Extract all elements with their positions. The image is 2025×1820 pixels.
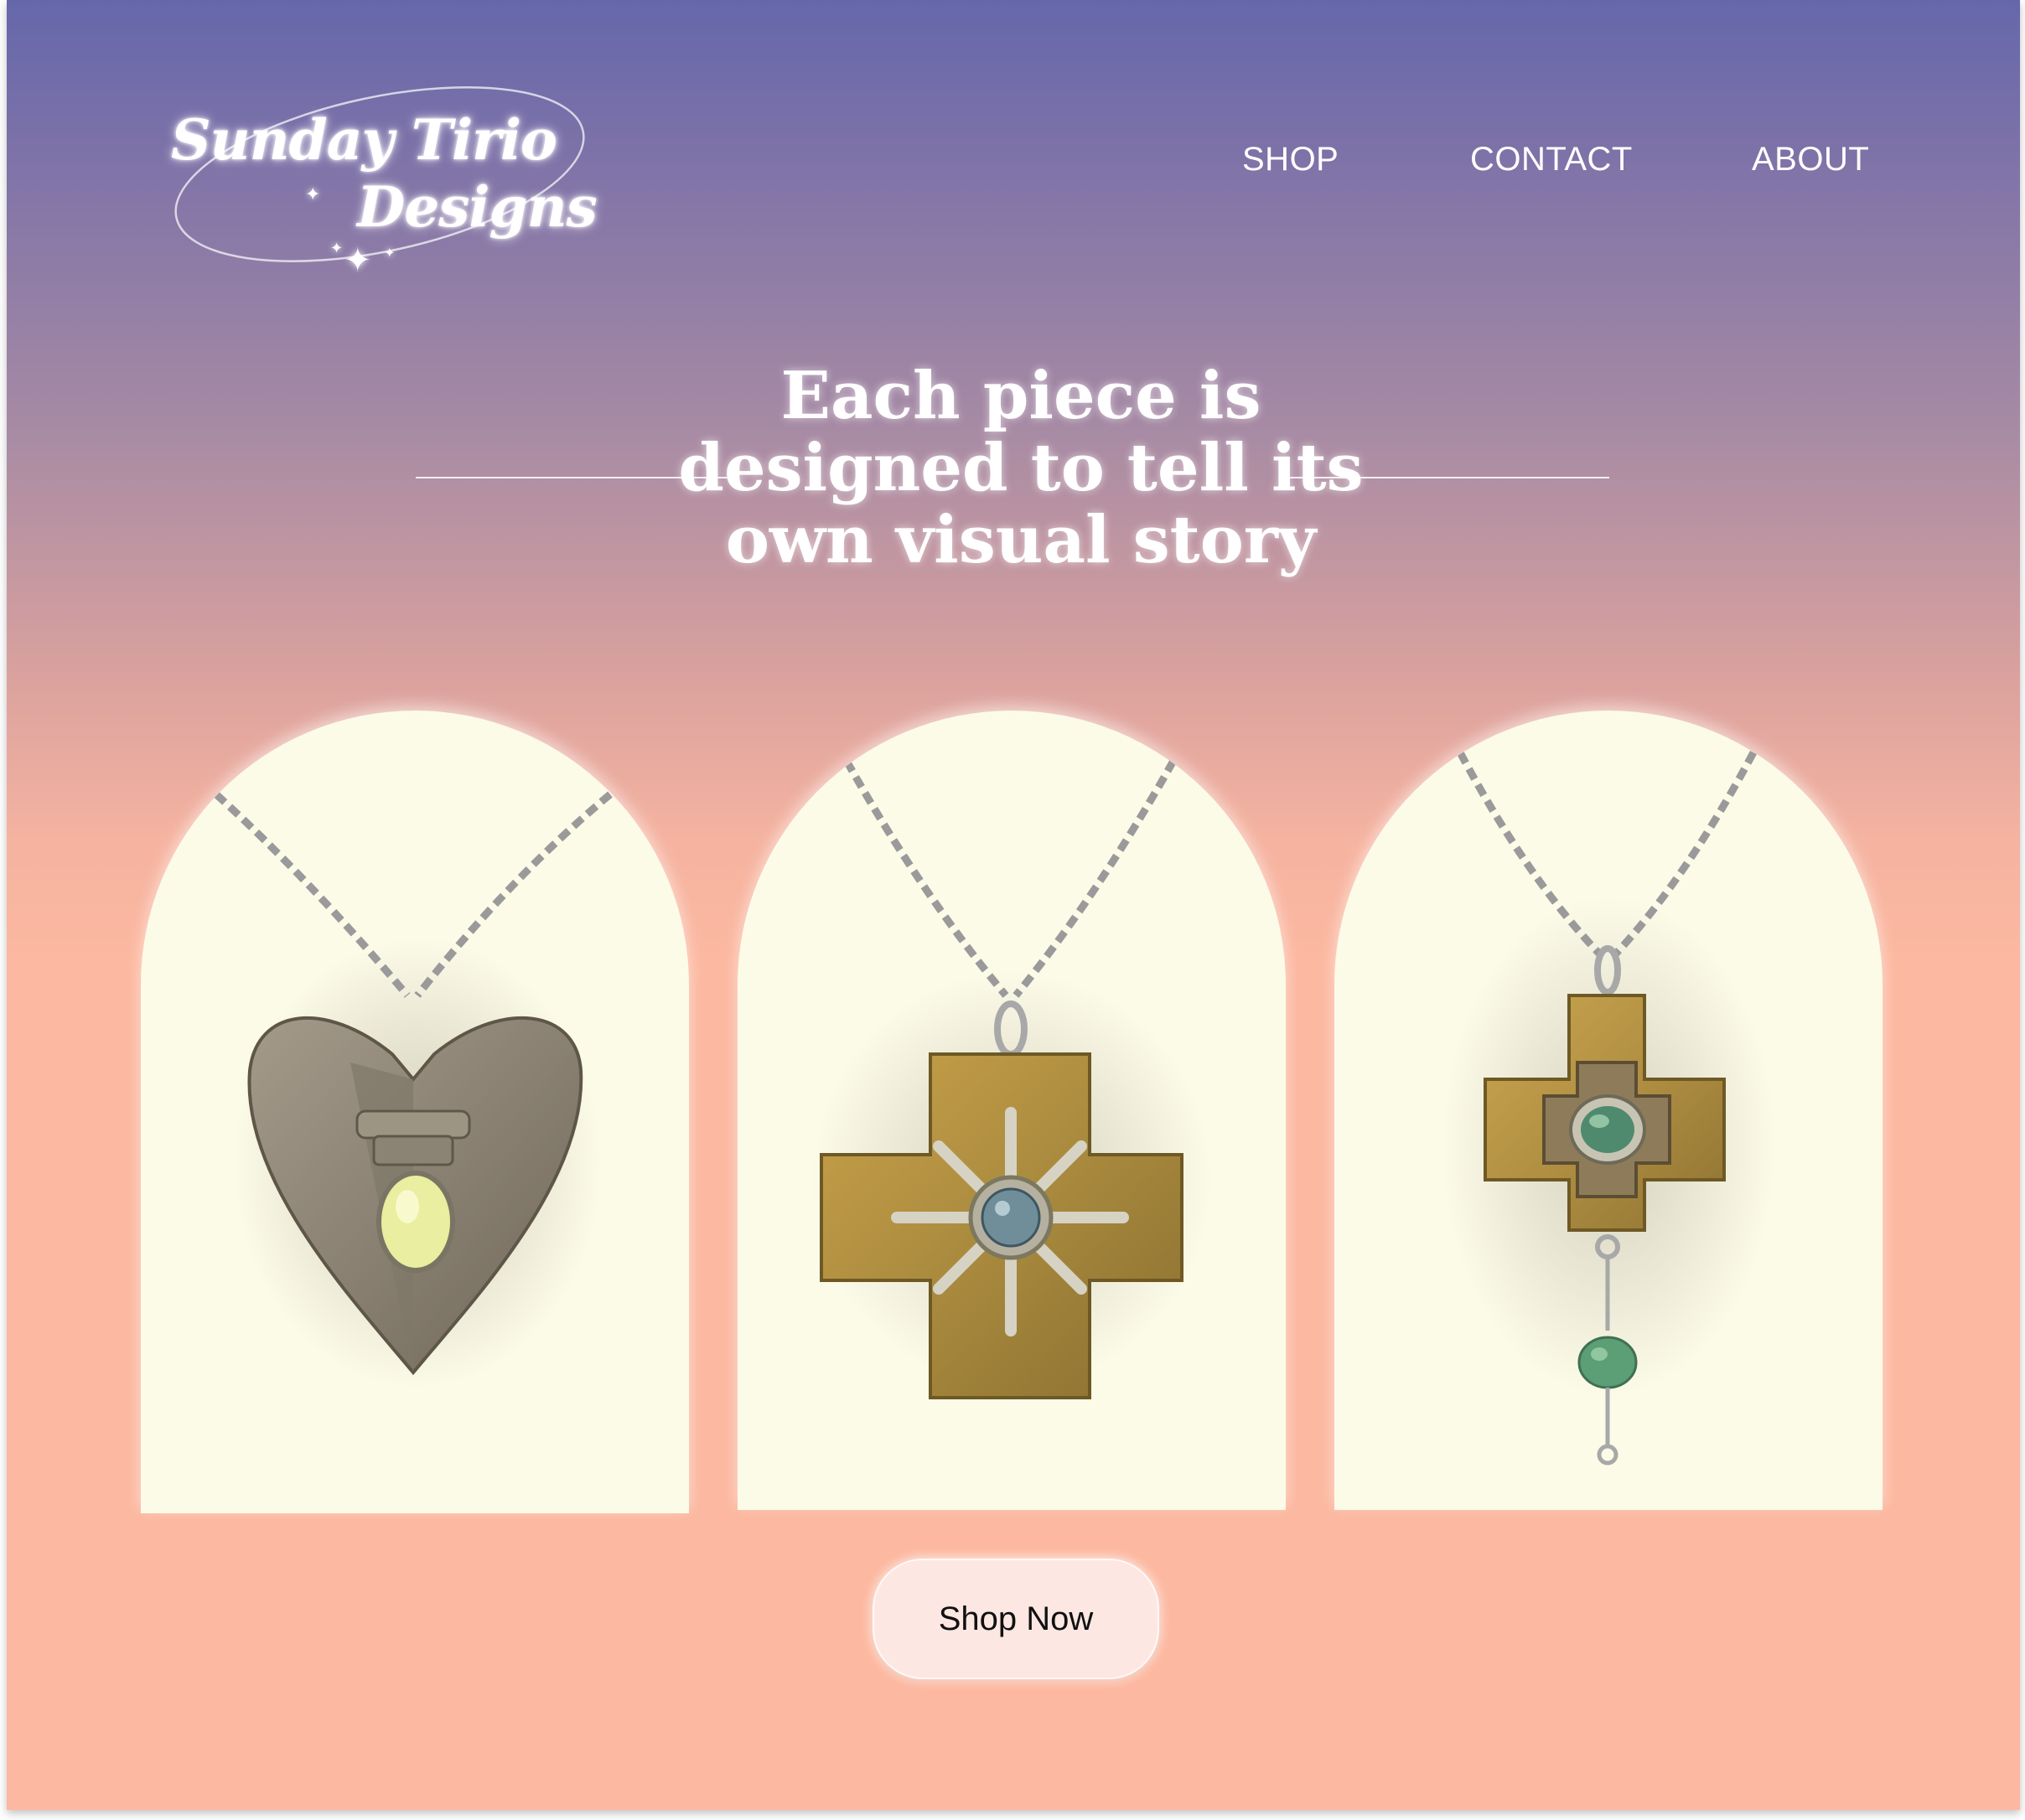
nav-contact-link[interactable]: CONTACT bbox=[1470, 141, 1633, 178]
hero-divider-right bbox=[1287, 477, 1609, 478]
product-card-cross-drop[interactable] bbox=[1334, 711, 1883, 1510]
heart-pendant-necklace-icon bbox=[213, 791, 613, 1389]
hero-title-line: Each piece is bbox=[780, 358, 1261, 434]
hero-title-line: own visual story bbox=[725, 502, 1317, 578]
sparkle-icon: ✦ bbox=[384, 245, 396, 261]
landing-page: Sunday Tirio Designs ✦ ✦ ✦ ✦ SHOP CONTAC… bbox=[7, 0, 2020, 1810]
hero-title: Each piece is designed to tell its own v… bbox=[644, 360, 1398, 577]
sparkle-icon: ✦ bbox=[330, 240, 344, 257]
shop-now-button[interactable]: Shop Now bbox=[873, 1559, 1159, 1679]
brand-name-line2: Designs bbox=[357, 174, 598, 240]
cross-drop-pendant-necklace-icon bbox=[1441, 750, 1776, 1466]
product-card-cross[interactable] bbox=[738, 711, 1286, 1510]
cross-pendant-necklace-icon bbox=[811, 758, 1213, 1399]
sparkle-icon: ✦ bbox=[305, 184, 321, 205]
sparkle-icon: ✦ bbox=[344, 241, 372, 280]
brand-logo[interactable]: Sunday Tirio Designs ✦ ✦ ✦ ✦ bbox=[158, 67, 598, 293]
brand-name-line1: Sunday Tirio bbox=[171, 107, 557, 173]
nav-about-link[interactable]: ABOUT bbox=[1752, 141, 1869, 178]
product-card-heart[interactable] bbox=[141, 711, 689, 1513]
nav-shop-link[interactable]: SHOP bbox=[1242, 141, 1339, 178]
hero-title-line: designed to tell its bbox=[678, 430, 1364, 506]
